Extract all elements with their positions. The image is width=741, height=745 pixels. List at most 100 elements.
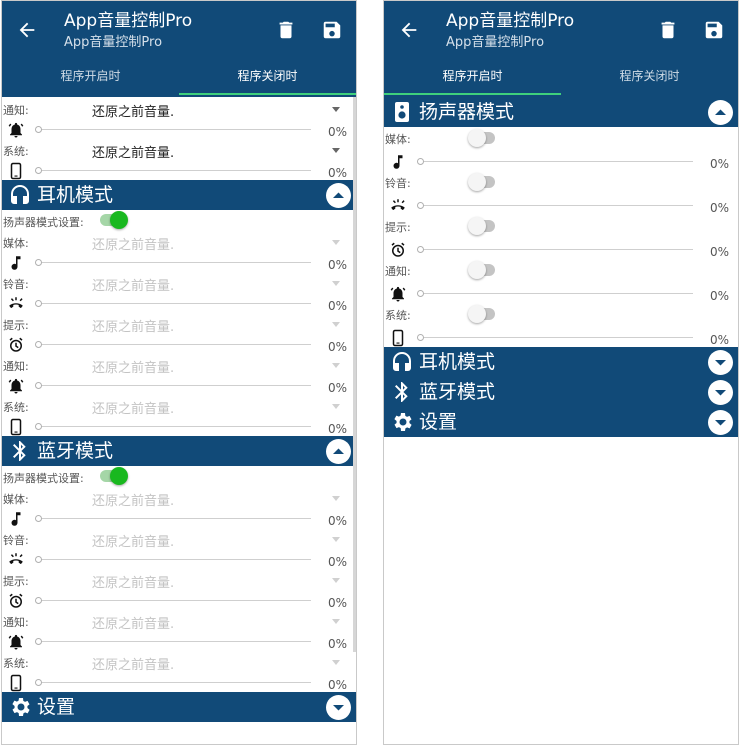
- speaker-mode-setting-row[interactable]: 扬声器模式设置:: [2, 210, 356, 231]
- chevron-up-icon[interactable]: [326, 183, 351, 208]
- slider-thumb[interactable]: [35, 167, 42, 174]
- stream-toggle[interactable]: [468, 305, 495, 323]
- chevron-down-icon[interactable]: [708, 410, 733, 435]
- volume-slider[interactable]: [35, 126, 311, 133]
- volume-slider[interactable]: [35, 382, 311, 389]
- section-header-settings[interactable]: 设置: [2, 692, 356, 722]
- volume-slider[interactable]: [35, 259, 311, 266]
- volume-slider[interactable]: [35, 167, 311, 174]
- action-dropdown-value[interactable]: 还原之前音量.: [92, 654, 174, 673]
- stream-toggle[interactable]: [468, 129, 495, 147]
- volume-action-row[interactable]: 通知: 还原之前音量.: [2, 98, 356, 120]
- section-header-headphone[interactable]: 耳机模式: [384, 347, 738, 377]
- chevron-down-icon[interactable]: [332, 619, 340, 624]
- settings-list[interactable]: 扬声器模式 媒体: 0% 铃音: 0% 提示: 0% 通知: 0% 系统: 0% 耳机模式 蓝牙模式 设置: [384, 97, 738, 744]
- volume-slider[interactable]: [35, 679, 311, 686]
- slider-thumb[interactable]: [35, 638, 42, 645]
- stream-toggle-row[interactable]: 媒体:: [384, 127, 738, 151]
- stream-toggle-row[interactable]: 铃音:: [384, 171, 738, 195]
- volume-action-row[interactable]: 媒体: 还原之前音量.: [2, 487, 356, 509]
- volume-slider[interactable]: [35, 341, 311, 348]
- chevron-down-icon[interactable]: [332, 148, 340, 153]
- chevron-down-icon[interactable]: [332, 404, 340, 409]
- action-dropdown-value[interactable]: 还原之前音量.: [92, 357, 174, 376]
- tab-app-closed[interactable]: 程序关闭时: [561, 62, 738, 97]
- action-dropdown-value[interactable]: 还原之前音量.: [92, 101, 174, 120]
- slider-thumb[interactable]: [417, 202, 424, 209]
- volume-action-row[interactable]: 提示: 还原之前音量.: [2, 569, 356, 591]
- chevron-down-icon[interactable]: [708, 380, 733, 405]
- volume-slider[interactable]: [35, 556, 311, 563]
- speaker-mode-switch[interactable]: [100, 467, 128, 485]
- save-icon[interactable]: [321, 19, 343, 41]
- slider-thumb[interactable]: [35, 259, 42, 266]
- chevron-down-icon[interactable]: [708, 350, 733, 375]
- volume-slider[interactable]: [35, 300, 311, 307]
- slider-thumb[interactable]: [35, 126, 42, 133]
- slider-thumb[interactable]: [417, 246, 424, 253]
- chevron-down-icon[interactable]: [332, 363, 340, 368]
- slider-thumb[interactable]: [417, 334, 424, 341]
- volume-action-row[interactable]: 铃音: 还原之前音量.: [2, 272, 356, 294]
- volume-slider[interactable]: [417, 246, 693, 253]
- volume-action-row[interactable]: 铃音: 还原之前音量.: [2, 528, 356, 550]
- volume-slider[interactable]: [35, 423, 311, 430]
- volume-slider[interactable]: [35, 597, 311, 604]
- slider-thumb[interactable]: [35, 679, 42, 686]
- chevron-down-icon[interactable]: [332, 281, 340, 286]
- action-dropdown-value[interactable]: 还原之前音量.: [92, 316, 174, 335]
- chevron-down-icon[interactable]: [332, 107, 340, 112]
- tab-app-closed[interactable]: 程序关闭时: [179, 62, 356, 97]
- stream-toggle-row[interactable]: 通知:: [384, 259, 738, 283]
- settings-list[interactable]: 0% 通知: 还原之前音量. 0% 系统: 还原之前音量. 0% 耳机模式扬声器模式设置: 媒体…: [2, 97, 356, 744]
- volume-slider[interactable]: [417, 158, 693, 165]
- slider-thumb[interactable]: [417, 158, 424, 165]
- action-dropdown-value[interactable]: 还原之前音量.: [92, 275, 174, 294]
- volume-action-row[interactable]: 系统: 还原之前音量.: [2, 139, 356, 161]
- slider-thumb[interactable]: [35, 423, 42, 430]
- chevron-up-icon[interactable]: [326, 439, 351, 464]
- action-dropdown-value[interactable]: 还原之前音量.: [92, 142, 174, 161]
- slider-thumb[interactable]: [417, 290, 424, 297]
- chevron-down-icon[interactable]: [332, 537, 340, 542]
- volume-action-row[interactable]: 提示: 还原之前音量.: [2, 313, 356, 335]
- volume-slider[interactable]: [417, 202, 693, 209]
- slider-thumb[interactable]: [35, 556, 42, 563]
- trash-icon[interactable]: [657, 19, 679, 41]
- volume-action-row[interactable]: 媒体: 还原之前音量.: [2, 231, 356, 253]
- action-dropdown-value[interactable]: 还原之前音量.: [92, 531, 174, 550]
- section-header-bluetooth[interactable]: 蓝牙模式: [2, 436, 356, 466]
- tab-app-open[interactable]: 程序开启时: [384, 62, 561, 97]
- speaker-mode-setting-row[interactable]: 扬声器模式设置:: [2, 466, 356, 487]
- stream-toggle[interactable]: [468, 261, 495, 279]
- slider-thumb[interactable]: [35, 300, 42, 307]
- tab-app-open[interactable]: 程序开启时: [2, 62, 179, 97]
- volume-action-row[interactable]: 通知: 还原之前音量.: [2, 354, 356, 376]
- slider-thumb[interactable]: [35, 597, 42, 604]
- speaker-mode-switch[interactable]: [100, 211, 128, 229]
- back-arrow-icon[interactable]: [398, 19, 420, 41]
- chevron-down-icon[interactable]: [332, 578, 340, 583]
- stream-toggle[interactable]: [468, 173, 495, 191]
- section-header-settings[interactable]: 设置: [384, 407, 738, 437]
- chevron-down-icon[interactable]: [332, 496, 340, 501]
- stream-toggle-row[interactable]: 系统:: [384, 303, 738, 327]
- scrollbar[interactable]: [353, 97, 356, 652]
- action-dropdown-value[interactable]: 还原之前音量.: [92, 490, 174, 509]
- action-dropdown-value[interactable]: 还原之前音量.: [92, 613, 174, 632]
- chevron-down-icon[interactable]: [326, 695, 351, 720]
- volume-slider[interactable]: [35, 515, 311, 522]
- chevron-down-icon[interactable]: [332, 660, 340, 665]
- stream-toggle[interactable]: [468, 217, 495, 235]
- volume-slider[interactable]: [417, 334, 693, 341]
- slider-thumb[interactable]: [35, 341, 42, 348]
- volume-slider[interactable]: [417, 290, 693, 297]
- action-dropdown-value[interactable]: 还原之前音量.: [92, 398, 174, 417]
- chevron-down-icon[interactable]: [332, 240, 340, 245]
- action-dropdown-value[interactable]: 还原之前音量.: [92, 234, 174, 253]
- slider-thumb[interactable]: [35, 515, 42, 522]
- chevron-up-icon[interactable]: [708, 100, 733, 125]
- section-header-bluetooth[interactable]: 蓝牙模式: [384, 377, 738, 407]
- section-header-headphone[interactable]: 耳机模式: [2, 180, 356, 210]
- save-icon[interactable]: [703, 19, 725, 41]
